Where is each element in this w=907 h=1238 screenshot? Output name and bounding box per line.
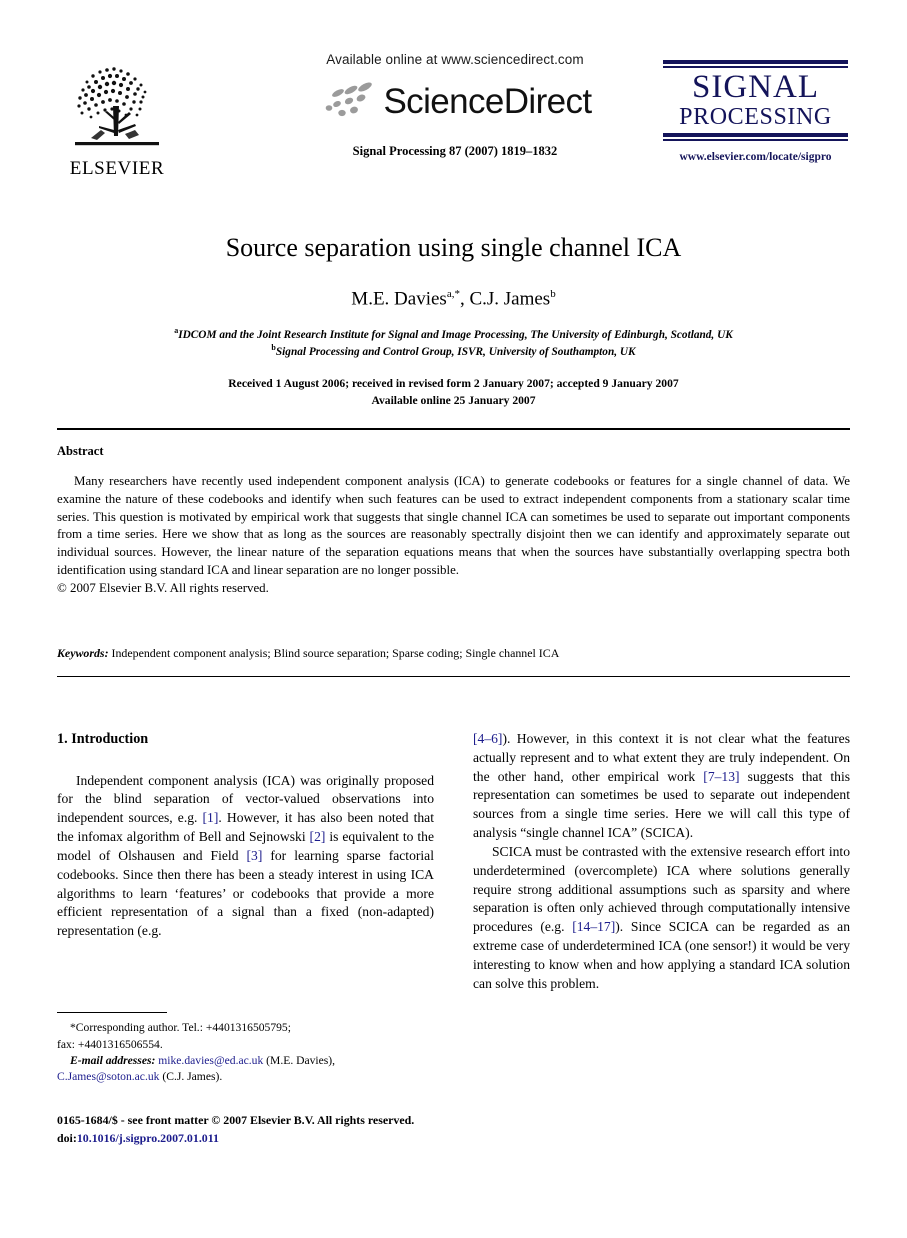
email-addresses-label: E-mail addresses: xyxy=(70,1054,156,1067)
author-1-name: M.E. Davies xyxy=(351,287,447,309)
journal-logo-rule-top-thin xyxy=(663,66,848,68)
email-name-1: (M.E. Davies), xyxy=(263,1054,336,1067)
body-column-left: 1. Introduction Independent component an… xyxy=(57,730,434,941)
email-name-2: (C.J. James). xyxy=(159,1070,223,1084)
doi-label: doi: xyxy=(57,1130,77,1145)
keywords-label: Keywords: xyxy=(57,646,109,660)
elsevier-wordmark: ELSEVIER xyxy=(69,158,165,179)
journal-citation: Signal Processing 87 (2007) 1819–1832 xyxy=(352,144,558,158)
journal-logo-signal: SIGNAL xyxy=(692,69,819,105)
abstract-heading: Abstract xyxy=(57,444,104,458)
corresponding-author-note: *Corresponding author. Tel.: +4401316505… xyxy=(70,1021,291,1035)
journal-logo-processing: PROCESSING xyxy=(679,103,832,130)
journal-url-link[interactable]: www.elsevier.com/locate/sigpro xyxy=(663,151,848,163)
footnote-divider xyxy=(57,1012,167,1014)
publication-dates: Received 1 August 2006; received in revi… xyxy=(57,376,850,410)
paragraph-intro-1: Independent component analysis (ICA) was… xyxy=(57,772,434,941)
author-separator: , C.J. James xyxy=(459,287,551,309)
author-list: M.E. Daviesa,*, C.J. Jamesb xyxy=(57,288,850,310)
elsevier-tree-icon xyxy=(69,60,165,156)
abstract-copyright: © 2007 Elsevier B.V. All rights reserved… xyxy=(57,580,269,595)
masthead: ELSEVIER Available online at www.science… xyxy=(57,52,850,202)
affiliations: aIDCOM and the Joint Research Institute … xyxy=(57,326,850,360)
email-link-1[interactable]: mike.davies@ed.ac.uk xyxy=(158,1054,263,1067)
journal-logo-rule-bottom-thin xyxy=(663,138,848,141)
sciencedirect-block: Available online at www.sciencedirect.co… xyxy=(245,52,665,159)
affiliation-a: aIDCOM and the Joint Research Institute … xyxy=(57,326,850,343)
affiliation-b: bSignal Processing and Control Group, IS… xyxy=(57,343,850,360)
keywords-line: Keywords: Independent component analysis… xyxy=(57,646,850,661)
page-footer: 0165-1684/$ - see front matter © 2007 El… xyxy=(57,1112,577,1148)
elsevier-logo: ELSEVIER xyxy=(65,60,169,190)
email-link-2[interactable]: C.James@soton.ac.uk xyxy=(57,1070,159,1083)
abstract-rule-bottom xyxy=(57,676,850,678)
received-dates: Received 1 August 2006; received in revi… xyxy=(228,376,679,390)
journal-logo: SIGNAL PROCESSING www.elsevier.com/locat… xyxy=(663,60,848,163)
section-heading-introduction: 1. Introduction xyxy=(57,731,149,747)
sciencedirect-dots-icon xyxy=(326,82,373,117)
paragraph-intro-2: [4–6]). However, in this context it is n… xyxy=(473,730,850,843)
fax-note: fax: +4401316506554. xyxy=(57,1037,163,1051)
paper-page: ELSEVIER Available online at www.science… xyxy=(0,0,907,1238)
citation-ref-1[interactable]: [1] xyxy=(203,810,219,825)
citation-ref-7-13[interactable]: [7–13] xyxy=(703,769,739,784)
journal-logo-rule-top-thick xyxy=(663,60,848,64)
citation-ref-2[interactable]: [2] xyxy=(310,829,326,844)
affiliation-a-text: IDCOM and the Joint Research Institute f… xyxy=(178,328,733,341)
footnote-block: *Corresponding author. Tel.: +4401316505… xyxy=(57,1012,434,1086)
citation-ref-3[interactable]: [3] xyxy=(247,848,263,863)
sciencedirect-logo: ScienceDirect xyxy=(245,74,665,128)
available-online-date: Available online 25 January 2007 xyxy=(371,393,536,407)
issn-front-matter: 0165-1684/$ - see front matter © 2007 El… xyxy=(57,1113,415,1127)
doi-line: doi:10.1016/j.sigpro.2007.01.011 xyxy=(57,1130,577,1148)
doi-link[interactable]: 10.1016/j.sigpro.2007.01.011 xyxy=(77,1131,219,1145)
citation-ref-14-17[interactable]: [14–17] xyxy=(572,919,615,934)
affiliation-b-text: Signal Processing and Control Group, ISV… xyxy=(275,345,636,358)
author-2-affil-marker: b xyxy=(550,287,556,300)
available-online-text: Available online at www.sciencedirect.co… xyxy=(326,52,584,67)
author-1-affil-marker: a,* xyxy=(446,287,460,300)
footnote-text: *Corresponding author. Tel.: +4401316505… xyxy=(57,1020,434,1086)
sciencedirect-wordmark: ScienceDirect xyxy=(383,81,592,121)
abstract-section: Abstract Many researchers have recently … xyxy=(57,444,850,598)
abstract-body: Many researchers have recently used inde… xyxy=(57,474,850,577)
title-block: Source separation using single channel I… xyxy=(57,232,850,409)
page-title: Source separation using single channel I… xyxy=(225,233,682,262)
body-column-right: [4–6]). However, in this context it is n… xyxy=(473,730,850,993)
journal-logo-rule-bottom-thick xyxy=(663,132,848,137)
abstract-rule-top xyxy=(57,428,850,431)
citation-ref-4-6[interactable]: [4–6] xyxy=(473,731,502,746)
keywords-value: Independent component analysis; Blind so… xyxy=(108,646,560,660)
paragraph-intro-3: SCICA must be contrasted with the extens… xyxy=(473,843,850,994)
